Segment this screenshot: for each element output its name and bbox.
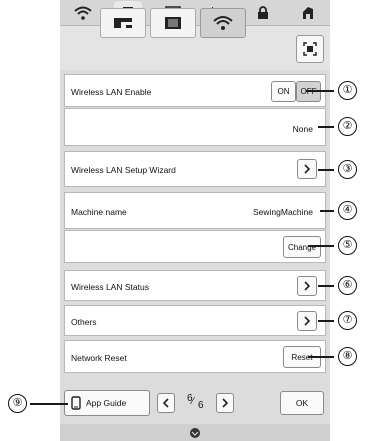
sub-tab-machine[interactable] [100,8,146,38]
embroidery-icon [302,6,313,19]
chevron-right-icon [304,164,311,174]
callout-9: ⑨ [8,394,27,413]
phone-icon [71,396,81,410]
callout-line-5 [308,245,334,247]
sub-tab-embroidery-unit[interactable] [150,8,196,38]
page-slash: ∕ [192,396,194,407]
page-total: 6 [198,400,204,411]
page-indicator: 6 ∕ 6 [180,393,212,413]
app-guide-label: App Guide [86,398,127,408]
chevron-left-icon [162,398,169,408]
change-button[interactable]: Change [283,236,321,258]
tab-wifi[interactable] [69,3,97,23]
callout-5: ⑤ [338,236,357,255]
lock-icon [257,5,268,19]
callout-line-1 [306,90,334,92]
callout-1: ① [338,81,357,100]
wlan-enable-label: Wireless LAN Enable [71,87,152,97]
callout-line-2 [318,126,334,128]
setup-wizard-row[interactable]: Wireless LAN Setup Wizard [64,151,326,187]
chevron-right-icon [304,281,311,291]
others-label: Others [71,317,97,327]
machine-name-row: Machine name SewingMachine [64,192,326,229]
others-row[interactable]: Others [64,305,326,336]
callout-3: ③ [338,160,357,179]
wlan-status-row[interactable]: Wireless LAN Status [64,270,326,301]
callout-6: ⑥ [338,276,357,295]
setup-wizard-next-button[interactable] [297,159,317,179]
callout-line-7 [318,320,334,322]
wlan-on-button[interactable]: ON [271,81,296,102]
chevron-right-icon [304,316,311,326]
screen-fit-button[interactable] [296,35,324,63]
wifi-icon [213,16,233,30]
callout-line-3 [318,169,334,171]
machine-name-label: Machine name [71,207,127,217]
wlan-status-label: Wireless LAN Status [71,282,149,292]
callout-8: ⑧ [338,347,357,366]
callout-line-4 [320,210,334,212]
wlan-status-next-button[interactable] [297,276,317,296]
setup-wizard-label: Wireless LAN Setup Wizard [71,165,176,175]
network-reset-label: Network Reset [71,353,127,363]
chevron-right-icon [222,398,229,408]
callout-line-9 [30,403,68,405]
callout-7: ⑦ [338,311,357,330]
wifi-icon [73,6,92,20]
callout-line-6 [318,285,334,287]
page-prev-button[interactable] [157,393,175,413]
ok-button[interactable]: OK [280,391,324,415]
network-name-value: None [292,124,313,134]
tab-lock[interactable] [249,3,277,23]
others-next-button[interactable] [297,311,317,331]
page-next-button[interactable] [216,393,234,413]
callout-2: ② [338,117,357,136]
sub-tab-wifi[interactable] [200,8,246,38]
callout-line-8 [308,356,334,358]
needle-position-icon[interactable] [189,427,201,439]
tab-embroidery[interactable] [294,3,322,23]
sewing-machine-icon [114,18,132,28]
network-reset-row: Network Reset Reset [64,340,326,373]
embroidery-unit-icon [165,17,181,29]
wlan-enable-row: Wireless LAN Enable ON OFF [64,74,326,107]
change-row: Change [64,230,326,263]
bottom-status-bar [60,424,330,441]
callout-4: ④ [338,201,357,220]
network-name-row: None [64,108,326,146]
machine-name-value: SewingMachine [252,207,313,217]
fit-screen-icon [303,42,317,56]
app-guide-button[interactable]: App Guide [64,390,150,416]
